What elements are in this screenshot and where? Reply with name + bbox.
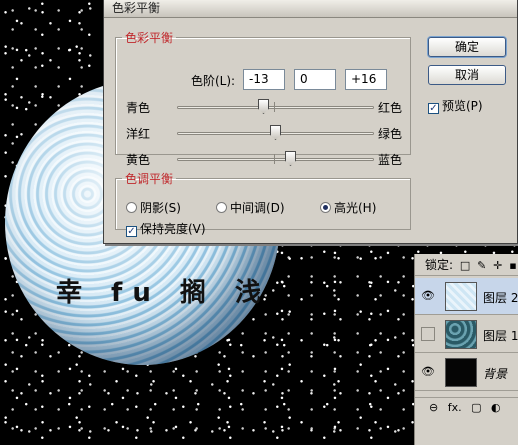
radio-midtones[interactable]: 中间调(D): [216, 199, 285, 216]
level-yellow-blue-input[interactable]: +16: [345, 69, 387, 90]
layer-row[interactable]: 👁 图层 2: [415, 278, 518, 315]
layers-bottom-toolbar[interactable]: ⊖ fx. ▢ ◐: [415, 397, 518, 417]
checkbox-label: 保持亮度(V): [140, 222, 206, 236]
layer-name: 背景: [483, 367, 508, 381]
slider-center-tick: [274, 154, 275, 164]
layer-name: 图层 2: [483, 291, 518, 305]
level-cyan-red-input[interactable]: -13: [243, 69, 285, 90]
dialog-title[interactable]: 色彩平衡: [104, 0, 517, 18]
tone-balance-legend: 色调平衡: [125, 172, 174, 186]
layer-row[interactable]: 👁 背景: [415, 354, 518, 391]
layer-thumbnail: [445, 358, 477, 387]
slider-thumb[interactable]: [270, 125, 281, 140]
lock-brush-icon[interactable]: ✎: [477, 255, 486, 277]
preserve-luminosity-checkbox[interactable]: ✓ 保持亮度(V): [126, 220, 206, 237]
slider-right-label: 蓝色: [378, 153, 403, 167]
slider-track[interactable]: [177, 158, 374, 161]
level-magenta-green-input[interactable]: 0: [294, 69, 336, 90]
lock-row: 锁定: □ ✎ ✛ ▪: [415, 254, 518, 276]
layer-row[interactable]: 图层 1: [415, 316, 518, 353]
slider-right-label: 绿色: [378, 127, 403, 141]
radio-shadows[interactable]: 阴影(S): [126, 199, 181, 216]
slider-right-label: 红色: [378, 101, 403, 115]
slider-magenta-green: 洋红 绿色: [126, 124, 411, 142]
radio-label: 阴影(S): [140, 201, 181, 215]
radio-label: 中间调(D): [230, 201, 285, 215]
color-balance-group: 色彩平衡 色阶(L): -13 0 +16 青色 红色 洋红 绿色 黄色 蓝色: [115, 29, 411, 167]
radio-label: 高光(H): [334, 201, 377, 215]
preview-label: 预览(P): [442, 99, 483, 113]
layer-thumbnail: [445, 282, 477, 311]
slider-yellow-blue: 黄色 蓝色: [126, 150, 411, 168]
tone-balance-group: 色调平衡 阴影(S) 中间调(D) 高光(H) ✓ 保持亮度(V): [115, 170, 411, 237]
checkmark-icon[interactable]: ✓: [126, 226, 137, 237]
slider-left-label: 洋红: [126, 127, 151, 141]
slider-center-tick: [274, 102, 275, 112]
eye-icon[interactable]: 👁: [421, 289, 435, 303]
slider-track[interactable]: [177, 106, 374, 109]
levels-label: 色阶(L):: [191, 74, 236, 88]
canvas-text-layer: 幸 fu 搁 浅: [56, 278, 271, 308]
slider-left-label: 青色: [126, 101, 151, 115]
ok-button[interactable]: 确定: [428, 37, 506, 57]
slider-cyan-red: 青色 红色: [126, 98, 411, 116]
layer-thumbnail: [445, 320, 477, 349]
lock-all-icon[interactable]: ▪: [509, 255, 516, 277]
radio-highlights[interactable]: 高光(H): [320, 199, 376, 216]
checkmark-icon[interactable]: ✓: [428, 103, 439, 114]
lock-transparency-icon[interactable]: □: [460, 255, 470, 277]
preview-checkbox[interactable]: ✓ 预览(P): [428, 97, 483, 114]
radio-circle-selected[interactable]: [320, 202, 331, 213]
eye-icon[interactable]: 👁: [421, 365, 435, 379]
layer-name: 图层 1: [483, 329, 518, 343]
color-balance-dialog: 色彩平衡 色彩平衡 色阶(L): -13 0 +16 青色 红色 洋红 绿色 黄…: [103, 0, 518, 244]
visibility-box[interactable]: [421, 327, 435, 341]
lock-label: 锁定:: [425, 258, 454, 272]
cancel-button[interactable]: 取消: [428, 65, 506, 85]
layers-panel: 锁定: □ ✎ ✛ ▪ 👁 图层 2 图层 1 👁 背景 ⊖ fx. ▢ ◐: [414, 254, 518, 445]
slider-left-label: 黄色: [126, 153, 151, 167]
lock-move-icon[interactable]: ✛: [493, 255, 502, 277]
slider-thumb[interactable]: [285, 151, 296, 166]
slider-thumb[interactable]: [258, 99, 269, 114]
radio-circle[interactable]: [216, 202, 227, 213]
color-balance-legend: 色彩平衡: [125, 31, 174, 45]
radio-circle[interactable]: [126, 202, 137, 213]
